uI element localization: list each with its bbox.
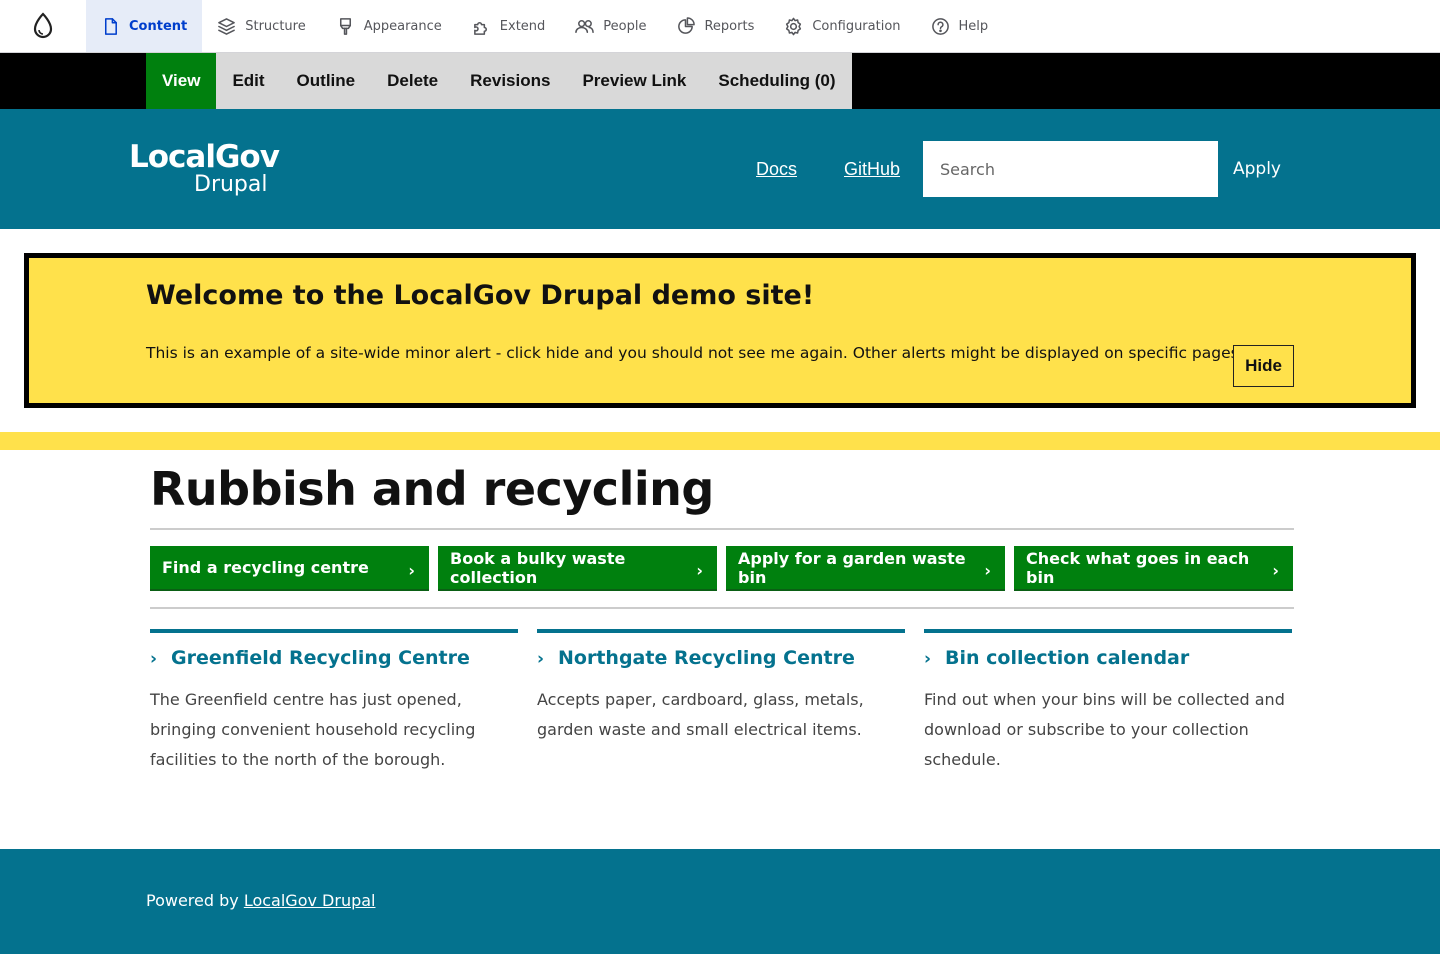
chevron-right-icon: › xyxy=(1272,561,1279,580)
chevron-right-icon: › xyxy=(537,649,545,669)
chevron-right-icon: › xyxy=(984,561,991,580)
card-bin-calendar: › Bin collection calendar Find out when … xyxy=(924,629,1292,775)
puzzle-icon xyxy=(473,21,487,35)
cta-book-bulky-waste[interactable]: Book a bulky waste collection › xyxy=(438,546,717,591)
tab-preview-link[interactable]: Preview Link xyxy=(566,53,702,109)
header-link-docs[interactable]: Docs xyxy=(756,159,797,180)
logo-line1: LocalGov xyxy=(129,139,280,175)
gear-icon xyxy=(786,17,802,35)
tab-edit[interactable]: Edit xyxy=(216,53,280,109)
local-tasks: View Edit Outline Delete Revisions Previ… xyxy=(146,53,852,109)
tab-view[interactable]: View xyxy=(146,53,217,109)
card-northgate: › Northgate Recycling Centre Accepts pap… xyxy=(537,629,905,745)
card-greenfield: › Greenfield Recycling Centre The Greenf… xyxy=(150,629,518,775)
page-title: Rubbish and recycling xyxy=(150,462,714,516)
tab-delete[interactable]: Delete xyxy=(371,53,454,109)
card-title-link[interactable]: › Bin collection calendar xyxy=(924,647,1292,669)
chevron-right-icon: › xyxy=(696,561,703,580)
admin-menu-configuration[interactable]: Configuration xyxy=(769,0,915,52)
cta-label: Check what goes in each bin xyxy=(1026,548,1250,587)
admin-menu-reports[interactable]: Reports xyxy=(661,0,769,52)
alert-strip xyxy=(0,432,1440,450)
admin-menu-configuration-label: Configuration xyxy=(812,18,901,34)
question-icon xyxy=(931,17,949,35)
file-icon xyxy=(104,17,117,35)
site-footer: Powered by LocalGov Drupal xyxy=(0,849,1440,954)
search-input[interactable] xyxy=(923,141,1218,197)
card-title-link[interactable]: › Greenfield Recycling Centre xyxy=(150,647,518,669)
layers-icon xyxy=(218,17,236,35)
footer-powered-by: Powered by xyxy=(146,891,239,910)
cta-find-recycling-centre[interactable]: Find a recycling centre › xyxy=(150,546,429,591)
header-link-github[interactable]: GitHub xyxy=(844,159,900,180)
people-icon xyxy=(575,19,595,33)
admin-menu-appearance[interactable]: Appearance xyxy=(321,0,457,52)
alert-text: This is an example of a site-wide minor … xyxy=(146,344,1244,362)
card-description: Accepts paper, cardboard, glass, metals,… xyxy=(537,690,864,739)
drupal-drop-icon xyxy=(33,12,53,39)
card-title-text: Northgate Recycling Centre xyxy=(558,647,855,669)
card-title-text: Bin collection calendar xyxy=(945,647,1190,669)
alert-title: Welcome to the LocalGov Drupal demo site… xyxy=(146,280,815,311)
chart-pie-icon xyxy=(678,16,696,34)
card-description: The Greenfield centre has just opened, b… xyxy=(150,690,476,769)
site-header: LocalGov Drupal Docs GitHub Apply xyxy=(0,109,1440,229)
admin-menu-content[interactable]: Content xyxy=(86,0,203,52)
admin-menu-reports-label: Reports xyxy=(704,18,755,34)
cta-check-bins[interactable]: Check what goes in each bin › xyxy=(1014,546,1293,591)
tab-scheduling[interactable]: Scheduling (0) xyxy=(702,53,851,109)
tab-outline[interactable]: Outline xyxy=(281,53,372,109)
local-tasks-bar: View Edit Outline Delete Revisions Previ… xyxy=(0,53,1440,109)
admin-menu-appearance-label: Appearance xyxy=(363,18,442,34)
cta-label: Apply for a garden waste bin xyxy=(738,548,966,587)
chevron-right-icon: › xyxy=(924,649,932,669)
admin-menu-content-label: Content xyxy=(129,18,188,34)
chevron-right-icon: › xyxy=(150,649,158,669)
logo-line2: Drupal xyxy=(194,172,268,197)
cta-divider xyxy=(150,607,1294,609)
drupal-home-button[interactable] xyxy=(0,0,86,52)
title-divider xyxy=(150,528,1294,530)
cta-label: Book a bulky waste collection xyxy=(450,548,626,587)
chevron-right-icon: › xyxy=(408,561,415,580)
card-title-link[interactable]: › Northgate Recycling Centre xyxy=(537,647,905,669)
admin-menu-extend-label: Extend xyxy=(499,18,546,34)
admin-toolbar: Content Structure Appearance Extend Peop… xyxy=(0,0,1440,53)
footer-credit: Powered by LocalGov Drupal xyxy=(146,891,375,910)
admin-menu-extend[interactable]: Extend xyxy=(457,0,561,52)
tab-revisions[interactable]: Revisions xyxy=(454,53,566,109)
apply-button[interactable]: Apply xyxy=(1218,141,1296,197)
cta-apply-garden-waste[interactable]: Apply for a garden waste bin › xyxy=(726,546,1005,591)
footer-link-localgov[interactable]: LocalGov Drupal xyxy=(244,891,376,910)
hide-alert-button[interactable]: Hide xyxy=(1233,345,1294,387)
admin-menu-structure-label: Structure xyxy=(245,18,306,34)
site-alert: Welcome to the LocalGov Drupal demo site… xyxy=(24,253,1416,408)
localgov-drupal-logo[interactable]: LocalGov Drupal xyxy=(129,137,291,199)
admin-menu-people-label: People xyxy=(603,18,647,34)
card-title-text: Greenfield Recycling Centre xyxy=(171,647,470,669)
admin-menu-structure[interactable]: Structure xyxy=(202,0,320,52)
cta-label: Find a recycling centre xyxy=(162,558,369,577)
admin-menu-help-label: Help xyxy=(958,18,989,34)
admin-menu-people[interactable]: People xyxy=(560,0,661,52)
card-description: Find out when your bins will be collecte… xyxy=(924,690,1285,769)
brush-icon xyxy=(339,17,351,35)
admin-menu-help[interactable]: Help xyxy=(916,0,1004,52)
